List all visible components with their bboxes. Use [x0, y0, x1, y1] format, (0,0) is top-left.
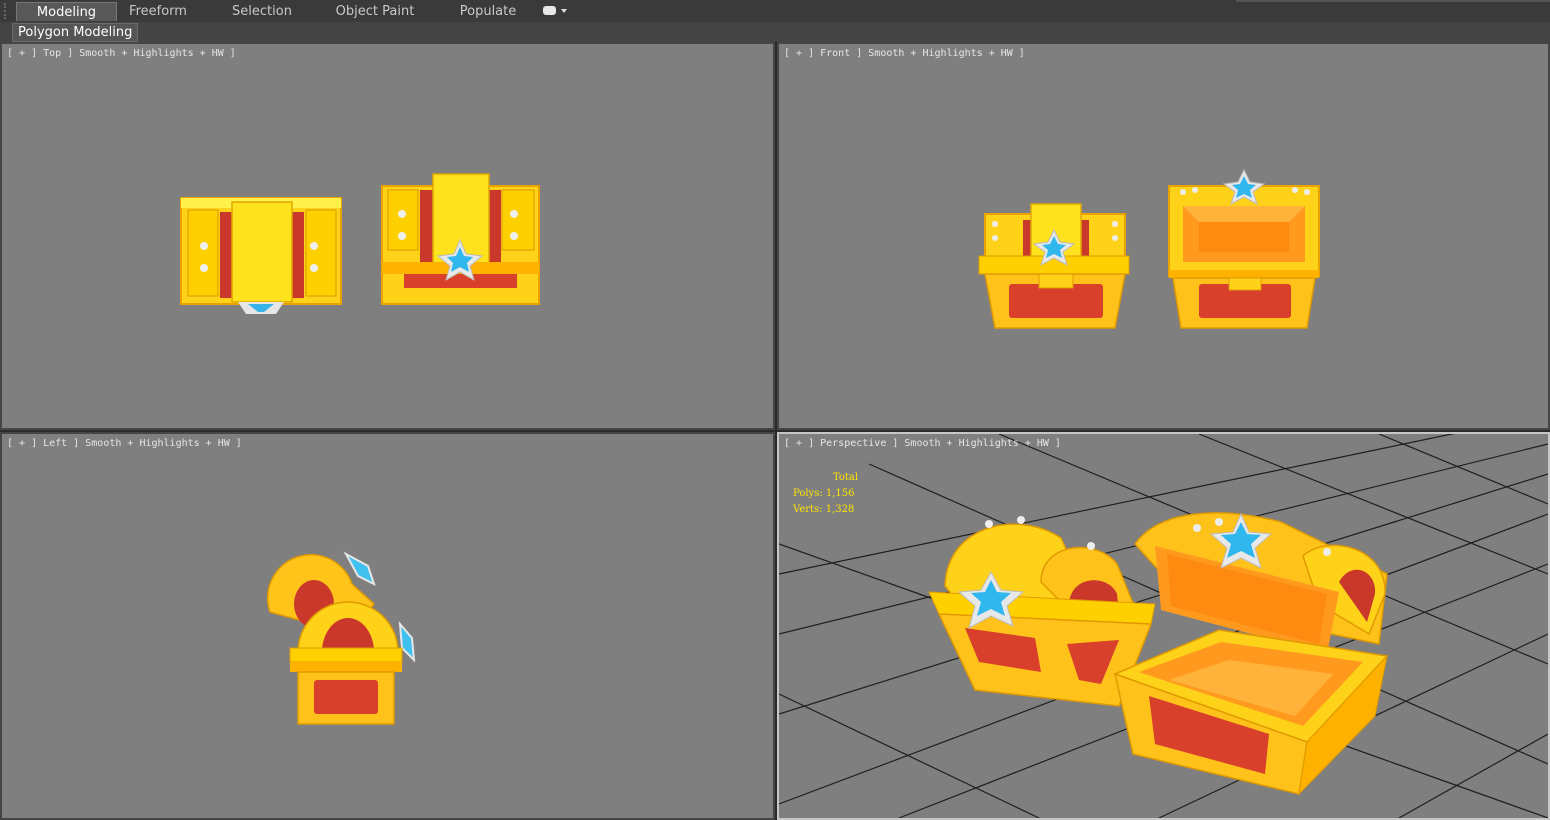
ribbon-divider	[1236, 0, 1550, 2]
ribbon-options-icon	[543, 6, 556, 15]
viewport-front-canvas[interactable]	[779, 44, 1548, 428]
open-chest-perspective[interactable]	[1112, 512, 1389, 796]
ribbon-tab-bar: Modeling Freeform Selection Object Paint…	[0, 0, 1550, 23]
scene-statistics: Total Polys: 1,156 Verts: 1,328	[793, 470, 858, 518]
stats-verts-label: Verts:	[793, 504, 823, 515]
ribbon-grip[interactable]	[4, 3, 14, 19]
viewport-front[interactable]: [ + ] Front ] Smooth + Highlights + HW ]	[777, 42, 1550, 430]
stats-header: Total	[833, 472, 859, 483]
open-chest-front-view[interactable]	[1168, 168, 1320, 329]
ribbon-options-button[interactable]	[543, 5, 569, 18]
viewport-top-canvas[interactable]	[2, 44, 773, 428]
polygon-modeling-panel-button[interactable]: Polygon Modeling	[12, 23, 139, 42]
viewport-front-label[interactable]: [ + ] Front ] Smooth + Highlights + HW ]	[784, 48, 1025, 59]
viewport-top[interactable]: [ + ] Top ] Smooth + Highlights + HW ]	[0, 42, 775, 430]
stats-verts-value: 1,328	[825, 504, 855, 515]
stats-polys-value: 1,156	[825, 488, 855, 499]
closed-chest-front-view[interactable]	[978, 203, 1130, 329]
viewport-perspective-label[interactable]: [ + ] Perspective ] Smooth + Highlights …	[784, 438, 1061, 449]
tab-freeform[interactable]: Freeform	[117, 2, 199, 21]
closed-chest-top-view[interactable]	[180, 197, 342, 314]
viewport-left-label[interactable]: [ + ] Left ] Smooth + Highlights + HW ]	[7, 438, 242, 449]
chevron-down-icon	[561, 9, 567, 13]
open-chest-top-view[interactable]	[381, 173, 540, 305]
stats-polys-label: Polys:	[793, 488, 823, 499]
tab-selection[interactable]: Selection	[220, 2, 304, 21]
ribbon-panel: Polygon Modeling	[0, 22, 1550, 43]
tab-populate[interactable]: Populate	[450, 2, 526, 21]
stats-verts: Verts: 1,328	[793, 502, 858, 518]
chests-left-view[interactable]	[266, 551, 416, 725]
tab-object-paint[interactable]: Object Paint	[330, 2, 420, 21]
viewport-top-label[interactable]: [ + ] Top ] Smooth + Highlights + HW ]	[7, 48, 236, 59]
viewport-perspective-canvas[interactable]	[779, 434, 1548, 818]
viewport-left-canvas[interactable]	[2, 434, 773, 818]
viewport-perspective[interactable]: [ + ] Perspective ] Smooth + Highlights …	[777, 432, 1550, 820]
viewport-left[interactable]: [ + ] Left ] Smooth + Highlights + HW ]	[0, 432, 775, 820]
stats-polys: Polys: 1,156	[793, 486, 858, 502]
tab-modeling[interactable]: Modeling	[16, 2, 117, 21]
